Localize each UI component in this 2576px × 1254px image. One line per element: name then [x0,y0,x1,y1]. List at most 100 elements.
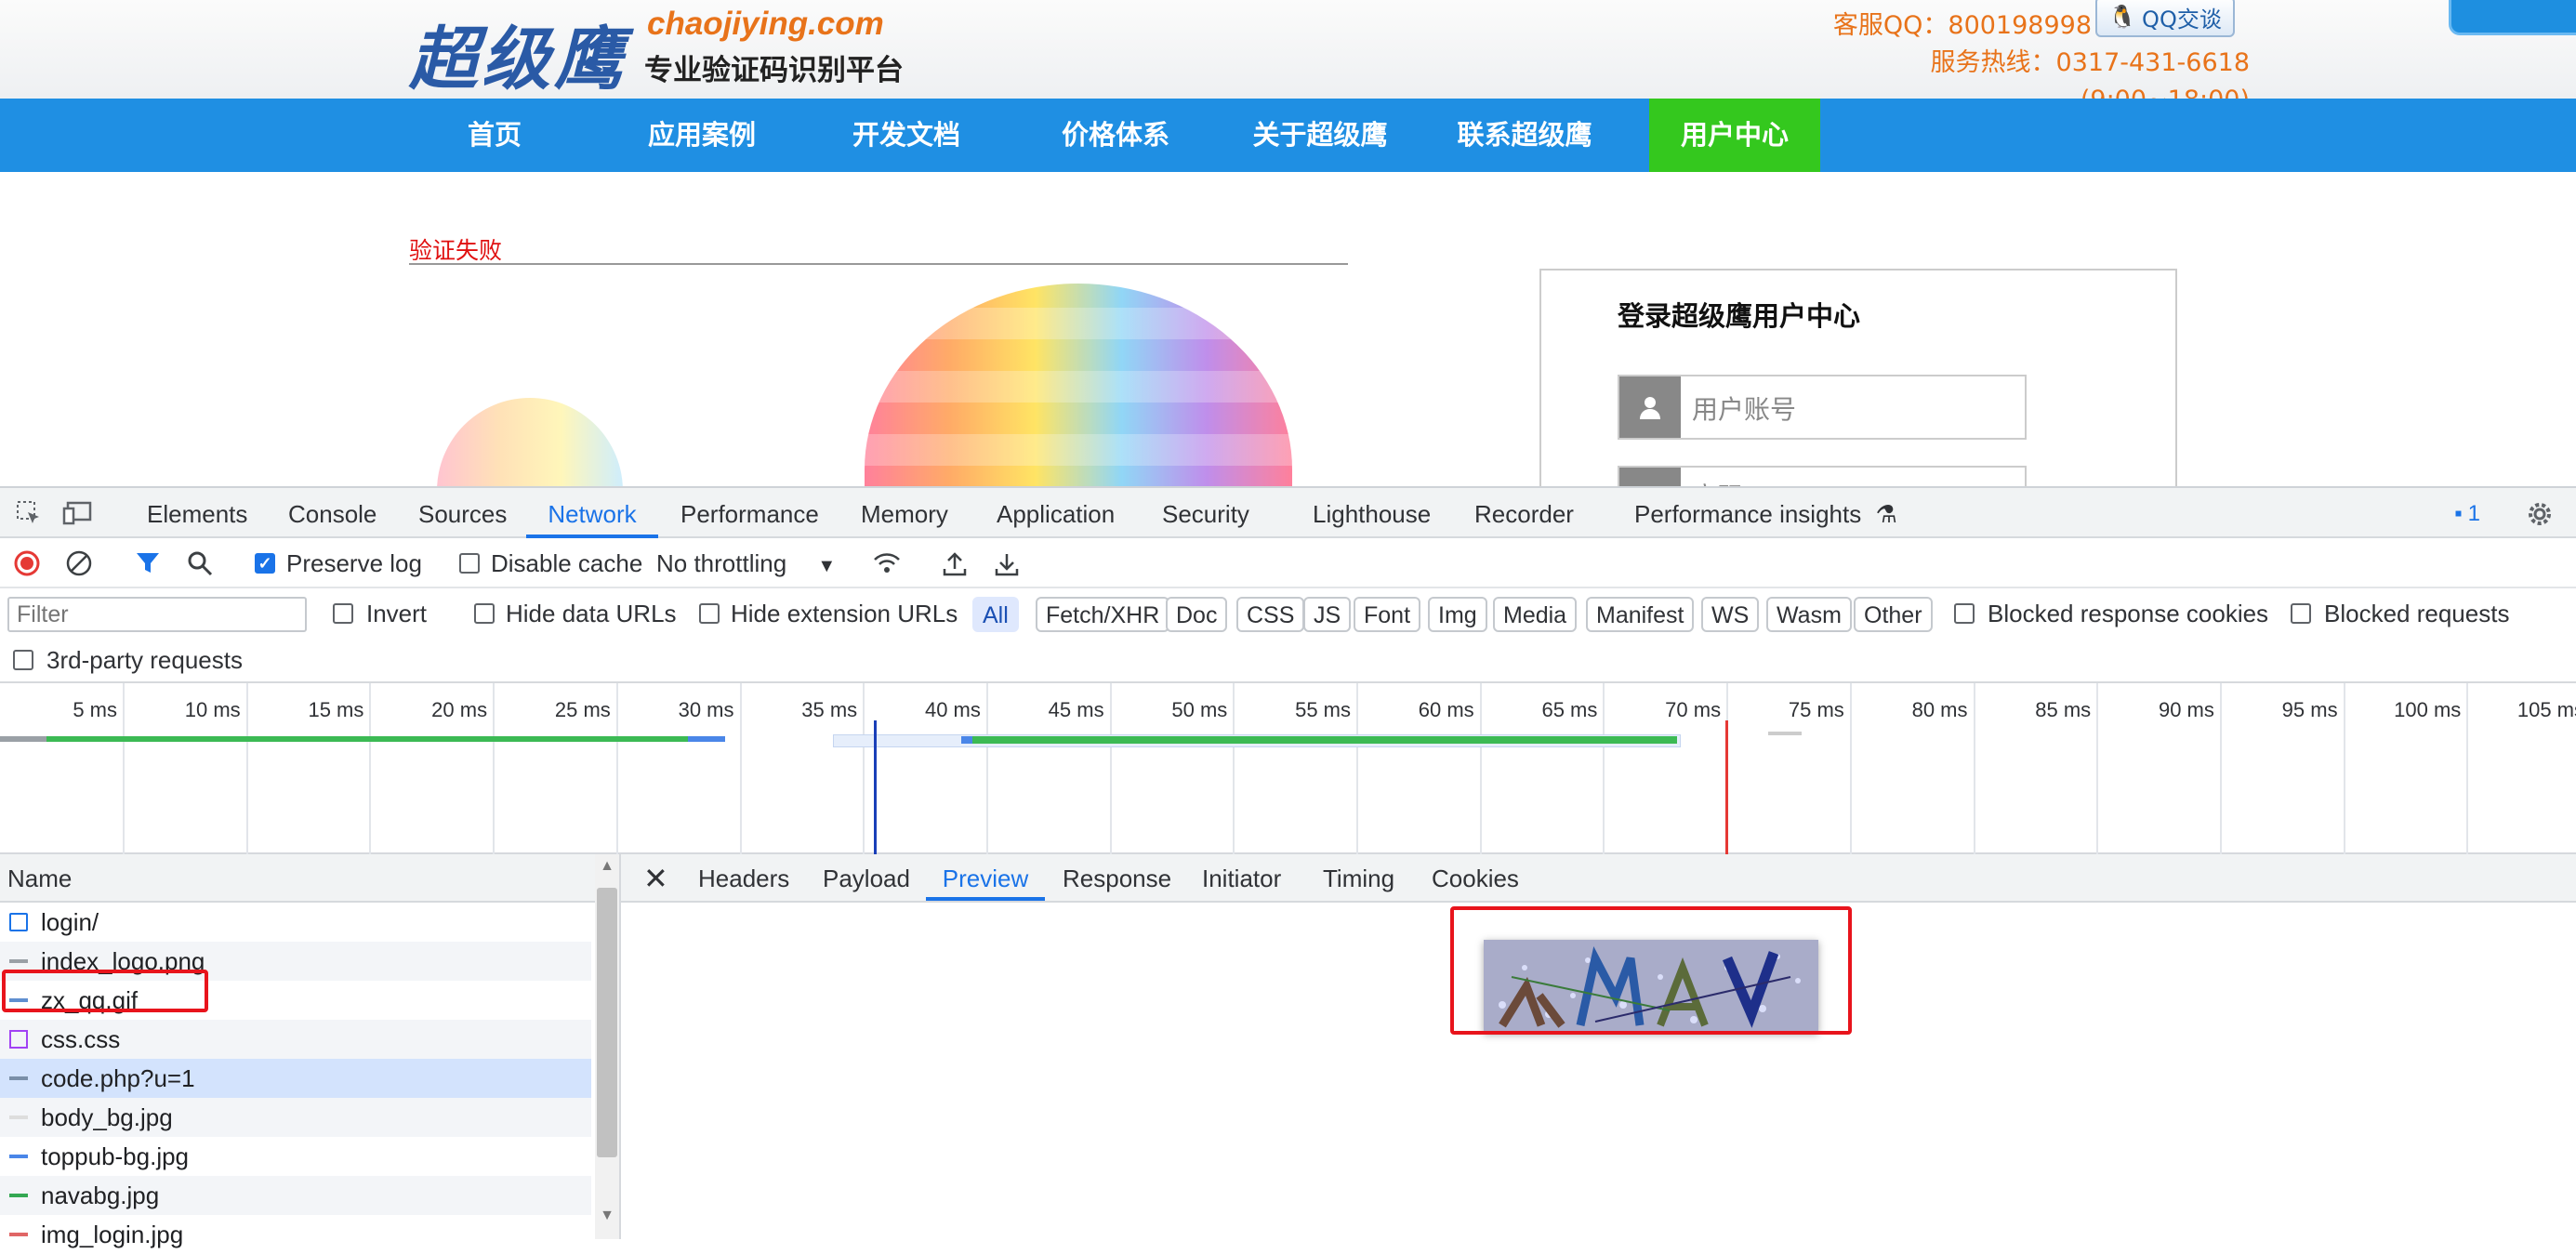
filter-funnel-icon[interactable] [132,548,164,579]
timeline-gridline [863,683,865,854]
request-row[interactable]: navabg.jpg [0,1176,591,1215]
request-row[interactable]: toppub-bg.jpg [0,1137,591,1176]
type-filter-css[interactable]: CSS [1236,597,1305,632]
tab-application[interactable]: Application [997,488,1115,538]
third-party-checkbox[interactable] [13,650,33,670]
qq-chat-button[interactable]: 🐧 QQ交谈 [2095,0,2235,37]
request-name: toppub-bg.jpg [41,1142,190,1170]
tab-security[interactable]: Security [1162,488,1249,538]
request-row[interactable]: login/ [0,903,591,942]
network-timeline-overview[interactable]: 5 ms 10 ms 15 ms 20 ms 25 ms 30 ms 35 ms 40 ms 4… [0,683,2576,854]
type-filter-fetch-xhr[interactable]: Fetch/XHR [1036,597,1170,632]
timeline-gridline [615,683,618,854]
tab-initiator[interactable]: Initiator [1202,854,1281,901]
type-filter-all[interactable]: All [972,597,1019,632]
tab-payload[interactable]: Payload [823,854,910,901]
type-filter-media[interactable]: Media [1493,597,1578,632]
device-toolbar-icon[interactable] [61,497,93,529]
tab-preview[interactable]: Preview [926,854,1045,901]
type-filter-js[interactable]: JS [1303,597,1352,632]
request-row[interactable]: body_bg.jpg [0,1098,591,1137]
tab-cookies[interactable]: Cookies [1432,854,1519,901]
type-filter-doc[interactable]: Doc [1166,597,1228,632]
nav-user-center[interactable]: 用户中心 [1649,99,1820,172]
invert-checkbox[interactable] [333,603,353,624]
tab-response[interactable]: Response [1063,854,1171,901]
network-conditions-icon[interactable] [870,548,904,579]
timeline-tick-label: 35 ms [801,698,858,721]
password-field[interactable]: 密码 [1618,466,2027,486]
nav-cases[interactable]: 应用案例 [632,99,772,172]
scroll-down-arrow-icon[interactable]: ▼ [595,1208,619,1232]
inspect-element-icon[interactable] [13,497,45,529]
highlight-annotation [2,970,208,1012]
timeline-tick-label: 105 ms [2517,698,2576,721]
clear-icon[interactable] [63,548,95,579]
scrollbar-thumb[interactable] [597,888,617,1157]
request-row[interactable]: code.php?u=1 [0,1059,591,1098]
type-filter-other[interactable]: Other [1854,597,1933,632]
request-row[interactable]: css.css [0,1020,591,1059]
tab-timing[interactable]: Timing [1323,854,1394,901]
nav-home[interactable]: 首页 [429,99,560,172]
username-field[interactable]: 用户账号 [1618,375,2027,440]
column-header-name[interactable]: Name [0,854,595,903]
image-icon [9,959,28,963]
tab-headers[interactable]: Headers [698,854,789,901]
tab-network[interactable]: Network [526,488,658,538]
filter-input[interactable] [7,597,307,632]
stylesheet-icon [9,1030,28,1049]
type-filter-wasm[interactable]: Wasm [1766,597,1852,632]
timeline-tick-label: 15 ms [308,698,364,721]
tab-memory[interactable]: Memory [861,488,948,538]
timeline-gridline [1479,683,1482,854]
nav-contact[interactable]: 联系超级鹰 [1450,99,1599,172]
blocked-requests-checkbox[interactable] [2291,603,2311,624]
tab-lighthouse[interactable]: Lighthouse [1313,488,1431,538]
search-icon[interactable] [184,548,216,579]
tab-performance-insights[interactable]: Performance insights ⚗ [1634,488,1897,538]
settings-gear-icon[interactable] [2523,497,2556,531]
disable-cache-checkbox[interactable] [459,553,480,574]
type-filter-manifest[interactable]: Manifest [1586,597,1695,632]
close-icon[interactable]: ✕ [643,854,668,901]
request-row[interactable]: img_login.jpg [0,1215,591,1254]
import-har-icon[interactable] [939,548,971,579]
throttling-select[interactable]: No throttling ▼ [656,538,836,587]
type-filter-font[interactable]: Font [1354,597,1421,632]
tab-recorder[interactable]: Recorder [1474,488,1574,538]
nav-pricing[interactable]: 价格体系 [1046,99,1185,172]
preserve-log-checkbox[interactable]: ✓ [255,553,275,574]
devtools-panel: Elements Console Sources Network Perform… [0,486,2576,1248]
nav-about[interactable]: 关于超级鹰 [1246,99,1394,172]
timeline-tick-label: 75 ms [1788,698,1844,721]
image-icon [9,1155,28,1158]
tab-sources[interactable]: Sources [418,488,507,538]
type-filter-img[interactable]: Img [1428,597,1487,632]
network-toolbar: ✓ Preserve log Disable cache No throttli… [0,538,2576,588]
nav-docs[interactable]: 开发文档 [837,99,976,172]
logo-slogan: 专业验证码识别平台 [644,54,904,87]
export-har-icon[interactable] [991,548,1023,579]
tab-elements[interactable]: Elements [147,488,247,538]
record-stop-icon[interactable] [11,548,43,579]
scroll-up-arrow-icon[interactable]: ▲ [595,858,619,882]
issues-badge[interactable]: ▪ 1 [2441,499,2493,529]
tab-performance[interactable]: Performance [680,488,819,538]
devtools-tabbar: Elements Console Sources Network Perform… [0,486,2576,538]
timeline-gridline [2343,683,2345,854]
request-name: css.css [41,1025,121,1053]
hide-extension-urls-checkbox[interactable] [699,603,720,624]
floating-corner-button[interactable] [2449,0,2576,35]
timeline-gridline [2466,683,2469,854]
hide-data-urls-label: Hide data URLs [506,600,677,627]
timeline-gridline [1109,683,1112,854]
site-logo[interactable]: 超级鹰 chaojiying.com 专业验证码识别平台 [409,4,930,99]
blocked-response-cookies-checkbox[interactable] [1954,603,1975,624]
type-filter-ws[interactable]: WS [1701,597,1760,632]
timeline-tick-label: 10 ms [184,698,241,721]
logo-calligraphy: 超级鹰 [409,20,627,99]
hide-data-urls-checkbox[interactable] [474,603,495,624]
qq-penguin-icon: 🐧 [2108,4,2137,30]
tab-console[interactable]: Console [288,488,376,538]
